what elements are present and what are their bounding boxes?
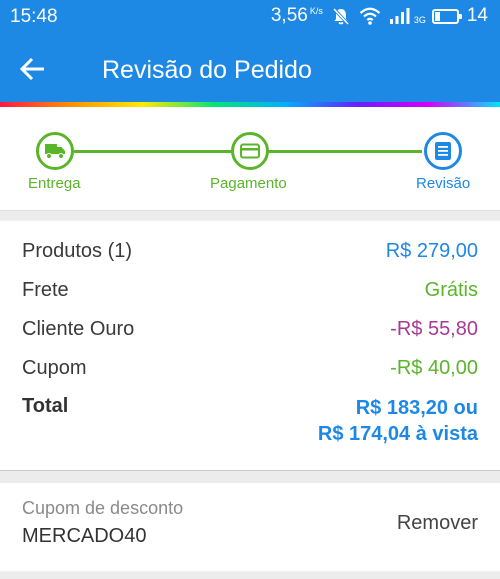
network-speed-unit: K/s <box>309 6 323 16</box>
step-revisao[interactable] <box>424 132 462 170</box>
status-bar: 15:48 3,56 K/s 3G 14 <box>0 0 500 34</box>
summary-row-total: Total R$ 183,20 ou R$ 174,04 à vista <box>22 395 478 445</box>
wifi-icon <box>359 7 381 25</box>
step-pagamento[interactable] <box>231 132 269 170</box>
battery-icon <box>431 8 462 24</box>
step-label-pagamento: Pagamento <box>210 175 287 192</box>
coupon-section: Cupom de desconto MERCADO40 Remover <box>0 483 500 571</box>
total-label: Total <box>22 395 69 417</box>
truck-icon <box>45 144 65 159</box>
summary-label: Frete <box>22 279 69 301</box>
summary-label: Produtos (1) <box>22 240 133 262</box>
network-speed-value: 3,56 <box>270 5 308 26</box>
step-label-revisao: Revisão <box>416 175 471 192</box>
network-speed: 3,56 K/s <box>271 5 323 27</box>
coupon-code: MERCADO40 <box>22 525 147 547</box>
signal-icon <box>389 8 410 24</box>
summary-value: Grátis <box>424 279 478 301</box>
back-button[interactable] <box>16 52 50 86</box>
summary-label: Cupom <box>22 357 87 379</box>
status-icons: 3,56 K/s 3G 14 <box>271 5 488 27</box>
summary-value: -R$ 40,00 <box>390 357 478 379</box>
checkout-stepper: Entrega Pagamento Revisão <box>0 107 500 211</box>
summary-value: R$ 279,00 <box>385 240 478 262</box>
total-value-cash: R$ 174,04 à vista <box>317 423 478 445</box>
total-value: R$ 183,20 ou R$ 174,04 à vista <box>318 395 478 447</box>
order-summary: Produtos (1) R$ 279,00 Frete Grátis Clie… <box>0 221 500 471</box>
summary-row-cliente-ouro: Cliente Ouro -R$ 55,80 <box>22 318 478 341</box>
summary-label: Cliente Ouro <box>22 318 135 340</box>
step-label-entrega: Entrega <box>28 175 81 192</box>
coupon-label: Cupom de desconto <box>22 498 184 518</box>
step-entrega[interactable] <box>36 132 74 170</box>
app-bar: Revisão do Pedido <box>0 34 500 102</box>
summary-row-cupom: Cupom -R$ 40,00 <box>22 357 478 380</box>
card-icon <box>240 143 260 159</box>
summary-value: -R$ 55,80 <box>390 318 478 340</box>
summary-row-frete: Frete Grátis <box>22 279 478 302</box>
total-value-installments: R$ 183,20 ou <box>355 397 478 419</box>
arrow-back-icon <box>19 57 44 81</box>
remove-coupon-button[interactable]: Remover <box>397 512 478 535</box>
battery-percent: 14 <box>466 5 488 26</box>
page-title: Revisão do Pedido <box>102 56 312 84</box>
notifications-off-icon <box>332 7 350 26</box>
network-type: 3G <box>413 15 426 25</box>
status-time: 15:48 <box>10 6 58 27</box>
battery-level <box>434 11 440 21</box>
summary-row-produtos: Produtos (1) R$ 279,00 <box>22 240 478 263</box>
list-icon <box>435 142 451 160</box>
